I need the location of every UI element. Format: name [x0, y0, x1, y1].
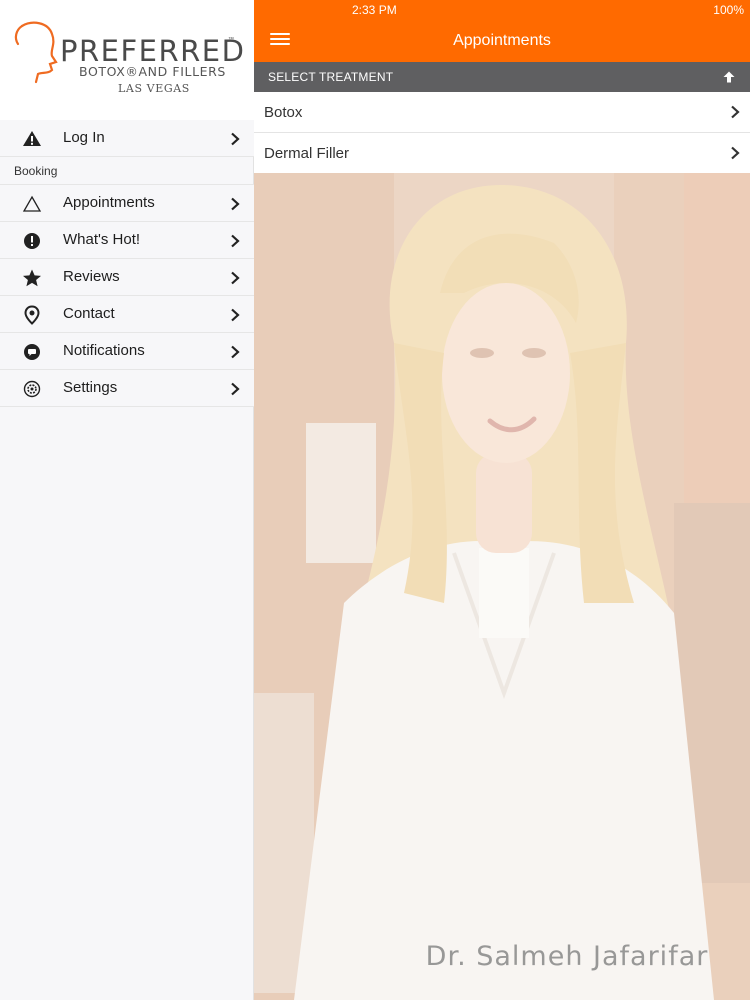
star-icon	[23, 269, 41, 287]
treatment-option-botox[interactable]: Botox	[254, 92, 750, 133]
navigation-bar: Appointments	[254, 20, 750, 62]
sidebar-item-whats-hot[interactable]: What's Hot!	[0, 222, 254, 259]
status-time: 2:33 PM	[352, 3, 397, 17]
doctor-portrait-image: Dr. Salmeh Jafarifar	[254, 173, 750, 1000]
battery-level: 100%	[713, 3, 744, 17]
gear-icon	[23, 380, 41, 398]
chevron-right-icon	[731, 146, 740, 160]
chevron-right-icon	[731, 105, 740, 119]
status-bar: 2:33 PM 100%	[254, 0, 750, 20]
page-title: Appointments	[453, 32, 551, 49]
brand-logo: PREFERRED ™ BOTOX®AND FILLERS LAS VEGAS	[0, 0, 254, 120]
sidebar-item-label: Appointments	[63, 194, 155, 211]
photo-caption: Dr. Salmeh Jafarifar	[425, 941, 709, 972]
sidebar-item-settings[interactable]: Settings	[0, 370, 254, 407]
logo-city: LAS VEGAS	[118, 82, 190, 95]
sidebar-item-contact[interactable]: Contact	[0, 296, 254, 333]
arrow-up-icon[interactable]	[722, 70, 736, 84]
treatment-option-label: Dermal Filler	[264, 145, 350, 162]
treatment-option-dermal-filler[interactable]: Dermal Filler	[254, 133, 750, 174]
chat-bubble-icon	[24, 344, 40, 360]
chevron-right-icon	[231, 382, 240, 396]
sidebar: PREFERRED ™ BOTOX®AND FILLERS LAS VEGAS …	[0, 0, 254, 1000]
chevron-right-icon	[231, 132, 240, 146]
sidebar-item-label: Log In	[63, 129, 105, 146]
sidebar-item-reviews[interactable]: Reviews	[0, 259, 254, 296]
sidebar-item-label: Contact	[63, 305, 115, 322]
select-treatment-header[interactable]: SELECT TREATMENT	[254, 62, 750, 92]
logo-title: PREFERRED	[60, 34, 246, 68]
chevron-right-icon	[231, 271, 240, 285]
logo-subtitle: BOTOX®AND FILLERS	[79, 64, 226, 79]
sidebar-item-label: Settings	[63, 379, 118, 396]
treatment-option-label: Botox	[264, 104, 303, 121]
exclamation-circle-icon	[24, 233, 40, 249]
chevron-right-icon	[231, 234, 240, 248]
sidebar-item-label: Reviews	[63, 268, 120, 285]
location-pin-icon	[24, 305, 40, 325]
chevron-right-icon	[231, 308, 240, 322]
sidebar-item-label: What's Hot!	[63, 231, 141, 248]
sidebar-item-label: Notifications	[63, 342, 145, 359]
sidebar-item-login[interactable]: Log In	[0, 120, 254, 157]
face-profile-logo-icon	[14, 21, 58, 84]
section-label-booking: Booking	[14, 164, 58, 178]
logo-trademark: ™	[228, 37, 234, 43]
chevron-right-icon	[231, 197, 240, 211]
warning-icon	[23, 131, 41, 146]
chevron-right-icon	[231, 345, 240, 359]
triangle-icon	[22, 195, 42, 212]
portrait-illustration	[254, 173, 750, 1000]
sidebar-item-notifications[interactable]: Notifications	[0, 333, 254, 370]
sidebar-item-appointments[interactable]: Appointments	[0, 185, 254, 222]
select-treatment-label: SELECT TREATMENT	[268, 70, 394, 84]
